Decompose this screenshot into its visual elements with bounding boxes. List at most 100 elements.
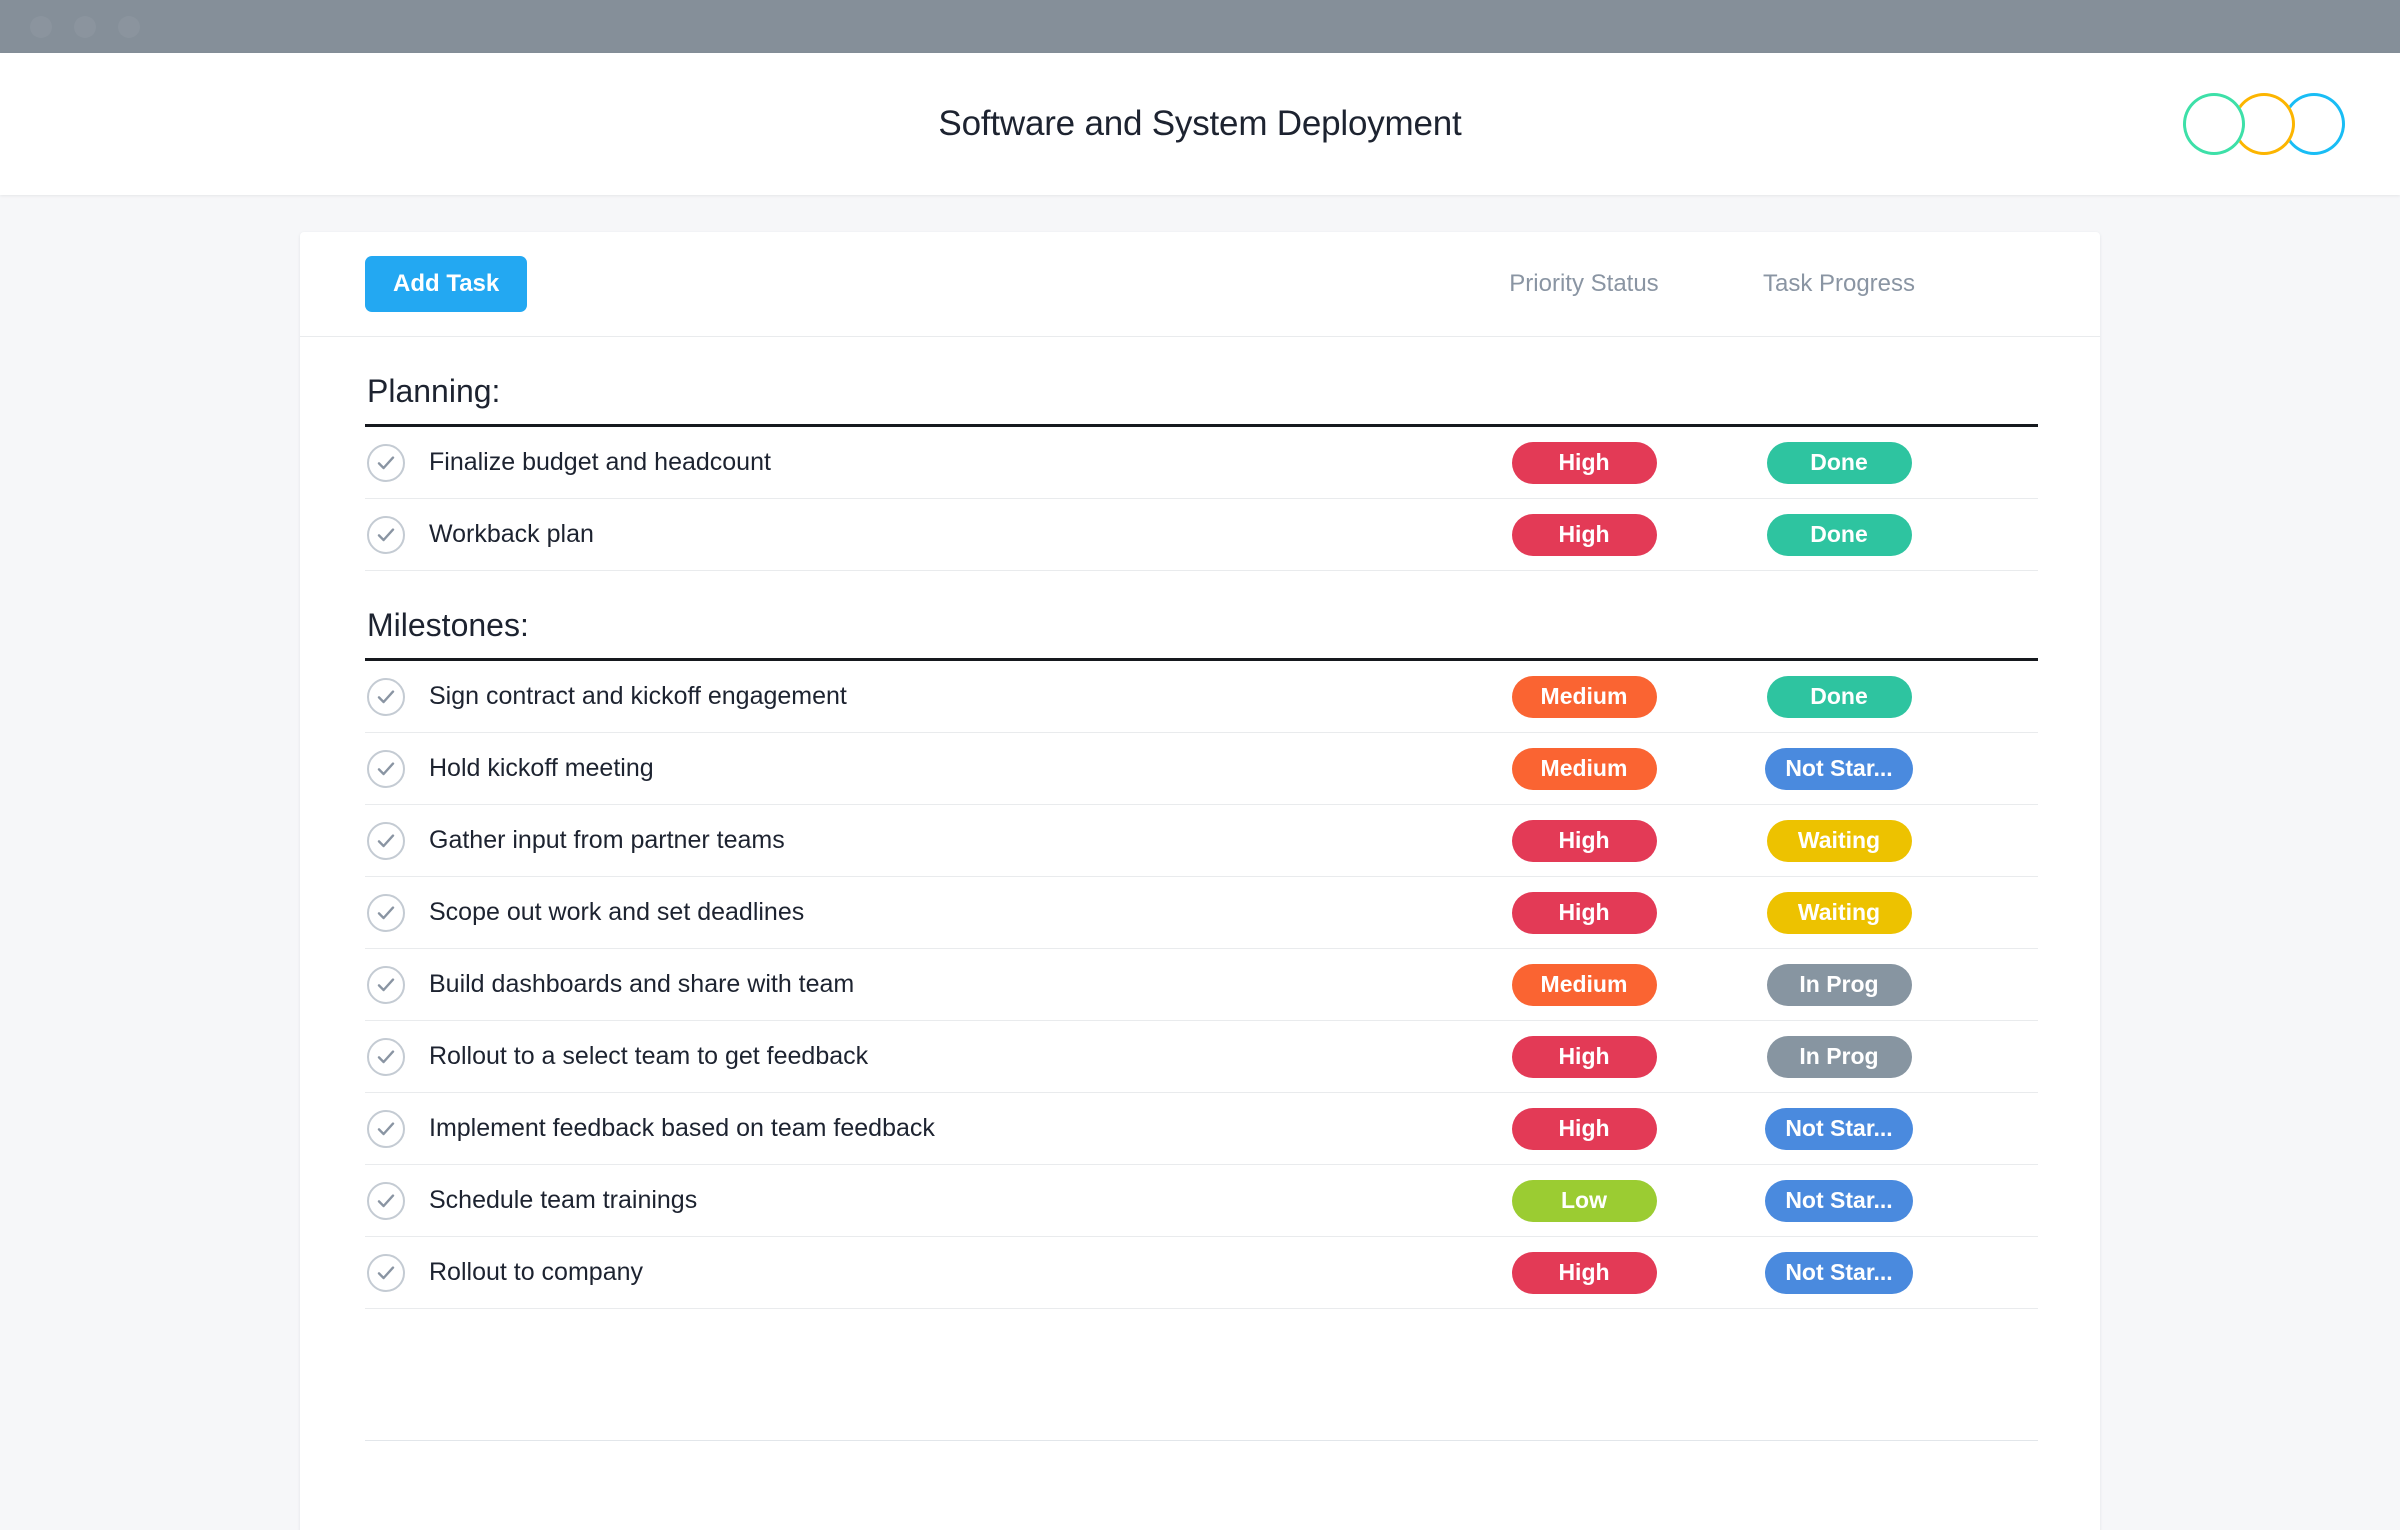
empty-task-area	[365, 1309, 2038, 1441]
task-name[interactable]: Implement feedback based on team feedbac…	[429, 1114, 1464, 1143]
assignee-avatar[interactable]	[1982, 818, 2028, 864]
task-sections: Planning: Finalize budget and headcount Hi…	[300, 355, 2100, 1441]
priority-badge[interactable]: Medium	[1511, 747, 1657, 790]
assignee-cell	[1964, 1034, 2038, 1080]
task-complete-checkbox-icon[interactable]	[367, 443, 405, 482]
task-name[interactable]: Hold kickoff meeting	[429, 754, 1464, 783]
priority-badge[interactable]: Low	[1511, 1179, 1657, 1222]
assignee-cell	[1964, 962, 2038, 1008]
task-name[interactable]: Gather input from partner teams	[429, 826, 1464, 855]
maximize-dot-icon[interactable]	[118, 15, 140, 38]
progress-badge[interactable]: Waiting	[1766, 891, 1912, 934]
priority-cell: Medium	[1464, 963, 1704, 1006]
task-complete-checkbox-icon[interactable]	[367, 1253, 405, 1292]
progress-cell: Done	[1714, 441, 1964, 484]
assignee-avatar[interactable]	[1982, 746, 2028, 792]
task-complete-checkbox-icon[interactable]	[367, 893, 405, 932]
progress-badge[interactable]: Done	[1766, 675, 1912, 718]
task-name[interactable]: Rollout to a select team to get feedback	[429, 1042, 1464, 1071]
progress-cell: Done	[1714, 675, 1964, 718]
priority-badge[interactable]: High	[1511, 1035, 1657, 1078]
progress-badge[interactable]: Not Star...	[1765, 1179, 1913, 1222]
task-row[interactable]: Build dashboards and share with team Medi…	[365, 949, 2038, 1021]
assignee-cell	[1964, 1250, 2038, 1296]
progress-cell: Waiting	[1714, 891, 1964, 934]
minimize-dot-icon[interactable]	[74, 15, 96, 38]
assignee-avatar[interactable]	[1982, 1178, 2028, 1224]
task-row[interactable]: Hold kickoff meeting Medium Not Star...	[365, 733, 2038, 805]
task-complete-checkbox-icon[interactable]	[367, 1181, 405, 1220]
assignee-avatar[interactable]	[1982, 890, 2028, 936]
window-title-bar	[0, 0, 2400, 53]
page-title: Software and System Deployment	[938, 104, 1462, 143]
task-row[interactable]: Gather input from partner teams High Waiti…	[365, 805, 2038, 877]
task-name[interactable]: Workback plan	[429, 520, 1464, 549]
task-section: Planning: Finalize budget and headcount Hi…	[365, 355, 2038, 571]
progress-cell: In Prog	[1714, 1035, 1964, 1078]
assignee-avatar[interactable]	[1982, 962, 2028, 1008]
assignee-cell	[1964, 512, 2038, 558]
assignee-cell	[1964, 890, 2038, 936]
progress-badge[interactable]: Not Star...	[1765, 1251, 1913, 1294]
assignee-avatar[interactable]	[1982, 440, 2028, 486]
priority-cell: High	[1464, 513, 1704, 556]
task-name[interactable]: Finalize budget and headcount	[429, 448, 1464, 477]
task-row[interactable]: Rollout to a select team to get feedback…	[365, 1021, 2038, 1093]
header-avatar-group	[2183, 93, 2345, 155]
assignee-cell	[1964, 674, 2038, 720]
task-complete-checkbox-icon[interactable]	[367, 749, 405, 788]
progress-badge[interactable]: Waiting	[1766, 819, 1912, 862]
task-section: Milestones: Sign contract and kickoff eng…	[365, 589, 2038, 1309]
task-row[interactable]: Sign contract and kickoff engagement Medi…	[365, 661, 2038, 733]
priority-cell: High	[1464, 891, 1704, 934]
priority-badge[interactable]: Medium	[1511, 963, 1657, 1006]
progress-badge[interactable]: Not Star...	[1765, 1107, 1913, 1150]
progress-badge[interactable]: In Prog	[1766, 963, 1912, 1006]
priority-badge[interactable]: High	[1511, 441, 1657, 484]
assignee-avatar[interactable]	[1982, 674, 2028, 720]
progress-badge[interactable]: Done	[1766, 513, 1912, 556]
task-name[interactable]: Build dashboards and share with team	[429, 970, 1464, 999]
priority-badge[interactable]: High	[1511, 513, 1657, 556]
priority-badge[interactable]: High	[1511, 1107, 1657, 1150]
task-row[interactable]: Scope out work and set deadlines High Wait…	[365, 877, 2038, 949]
task-name[interactable]: Schedule team trainings	[429, 1186, 1464, 1215]
task-complete-checkbox-icon[interactable]	[367, 1109, 405, 1148]
task-name[interactable]: Sign contract and kickoff engagement	[429, 682, 1464, 711]
priority-badge[interactable]: High	[1511, 891, 1657, 934]
priority-badge[interactable]: High	[1511, 1251, 1657, 1294]
window-controls	[30, 15, 140, 38]
close-dot-icon[interactable]	[30, 15, 52, 38]
section-title: Planning:	[365, 355, 2038, 427]
assignee-avatar[interactable]	[1982, 1106, 2028, 1152]
assignee-avatar[interactable]	[1982, 1250, 2028, 1296]
assignee-cell	[1964, 818, 2038, 864]
task-complete-checkbox-icon[interactable]	[367, 677, 405, 716]
progress-badge[interactable]: Done	[1766, 441, 1912, 484]
progress-badge[interactable]: In Prog	[1766, 1035, 1912, 1078]
task-row[interactable]: Finalize budget and headcount High Done	[365, 427, 2038, 499]
assignee-avatar[interactable]	[1982, 512, 2028, 558]
priority-cell: High	[1464, 1251, 1704, 1294]
task-complete-checkbox-icon[interactable]	[367, 515, 405, 554]
task-row[interactable]: Implement feedback based on team feedbac…	[365, 1093, 2038, 1165]
task-row[interactable]: Schedule team trainings Low Not Star...	[365, 1165, 2038, 1237]
assignee-cell	[1964, 1178, 2038, 1224]
task-row[interactable]: Rollout to company High Not Star...	[365, 1237, 2038, 1309]
avatar-member-1[interactable]	[2183, 93, 2245, 155]
task-row[interactable]: Workback plan High Done	[365, 499, 2038, 571]
task-name[interactable]: Rollout to company	[429, 1258, 1464, 1287]
progress-cell: Waiting	[1714, 819, 1964, 862]
task-complete-checkbox-icon[interactable]	[367, 965, 405, 1004]
progress-badge[interactable]: Not Star...	[1765, 747, 1913, 790]
task-complete-checkbox-icon[interactable]	[367, 1037, 405, 1076]
priority-badge[interactable]: Medium	[1511, 675, 1657, 718]
priority-cell: High	[1464, 819, 1704, 862]
task-complete-checkbox-icon[interactable]	[367, 821, 405, 860]
progress-cell: In Prog	[1714, 963, 1964, 1006]
task-name[interactable]: Scope out work and set deadlines	[429, 898, 1464, 927]
priority-badge[interactable]: High	[1511, 819, 1657, 862]
card-toolbar: Add Task Priority Status Task Progress	[300, 232, 2100, 337]
add-task-button[interactable]: Add Task	[365, 256, 528, 312]
assignee-avatar[interactable]	[1982, 1034, 2028, 1080]
